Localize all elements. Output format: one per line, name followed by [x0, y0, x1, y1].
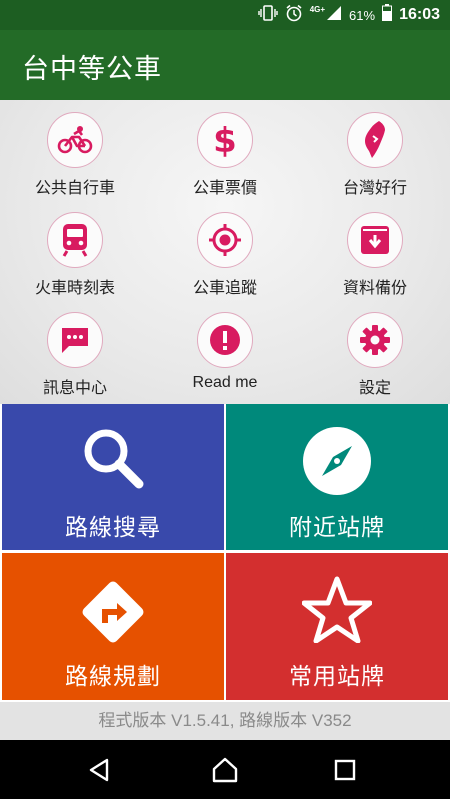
battery-percent: 61%	[349, 7, 376, 23]
bicycle-icon	[47, 112, 103, 168]
nearby-stops-tile[interactable]: 附近站牌	[226, 404, 448, 550]
alarm-icon	[285, 4, 303, 27]
tile-label: 路線搜尋	[65, 515, 161, 541]
message-icon	[47, 312, 103, 368]
recents-icon	[334, 759, 356, 781]
menu-item-readme[interactable]: Read me	[150, 300, 300, 396]
menu-label: 公共自行車	[34, 178, 115, 197]
menu-grid: 公共自行車 $ 公車票價 台灣好行 火車時刻表 公車追蹤 資料備份 訊息中心 R…	[0, 100, 450, 404]
home-icon	[212, 757, 238, 783]
navigation-bar	[0, 740, 450, 799]
status-bar: 4G+ 61% 16:03	[0, 0, 450, 30]
archive-download-icon	[347, 212, 403, 268]
gear-icon	[347, 312, 403, 368]
recents-button[interactable]	[329, 754, 361, 786]
menu-item-bike[interactable]: 公共自行車	[0, 100, 150, 197]
version-footer: 程式版本 V1.5.41, 路線版本 V352	[0, 702, 450, 740]
menu-label: 設定	[358, 378, 391, 397]
compass-icon	[302, 426, 372, 500]
vibrate-icon	[258, 4, 278, 26]
star-icon	[301, 575, 373, 647]
menu-label: 台灣好行	[342, 178, 407, 197]
clock: 16:03	[399, 6, 440, 23]
dollar-icon: $	[197, 112, 253, 168]
menu-label: 火車時刻表	[34, 278, 115, 297]
menu-item-train[interactable]: 火車時刻表	[0, 200, 150, 297]
menu-label: 公車追蹤	[192, 278, 257, 297]
back-button[interactable]	[84, 754, 116, 786]
signal-icon	[326, 5, 342, 26]
svg-text:$: $	[213, 121, 237, 159]
home-button[interactable]	[209, 754, 241, 786]
app-title: 台中等公車	[22, 54, 162, 85]
train-icon	[47, 212, 103, 268]
search-icon	[81, 426, 145, 494]
menu-item-taiwan-tour[interactable]: 台灣好行	[300, 100, 450, 197]
back-icon	[89, 758, 109, 782]
version-text: 程式版本 V1.5.41, 路線版本 V352	[98, 711, 352, 730]
menu-item-fare[interactable]: $ 公車票價	[150, 100, 300, 197]
menu-label: 資料備份	[342, 278, 407, 297]
alert-icon	[197, 312, 253, 368]
network-type: 4G+	[309, 4, 326, 14]
app-bar: 台中等公車	[0, 30, 450, 100]
tile-label: 路線規劃	[65, 664, 161, 690]
menu-item-settings[interactable]: 設定	[300, 300, 450, 397]
tile-label: 附近站牌	[289, 515, 385, 541]
menu-label: 訊息中心	[42, 378, 107, 397]
menu-label: Read me	[192, 374, 258, 391]
battery-icon	[382, 4, 393, 26]
menu-item-bus-tracking[interactable]: 公車追蹤	[150, 200, 300, 297]
taiwan-map-icon	[347, 112, 403, 168]
route-planning-tile[interactable]: 路線規劃	[2, 553, 224, 700]
tile-label: 常用站牌	[289, 664, 385, 690]
gps-target-icon	[197, 212, 253, 268]
favorite-stops-tile[interactable]: 常用站牌	[226, 553, 448, 700]
menu-item-backup[interactable]: 資料備份	[300, 200, 450, 297]
menu-item-messages[interactable]: 訊息中心	[0, 300, 150, 397]
directions-icon	[76, 575, 150, 653]
menu-label: 公車票價	[192, 178, 257, 197]
route-search-tile[interactable]: 路線搜尋	[2, 404, 224, 550]
